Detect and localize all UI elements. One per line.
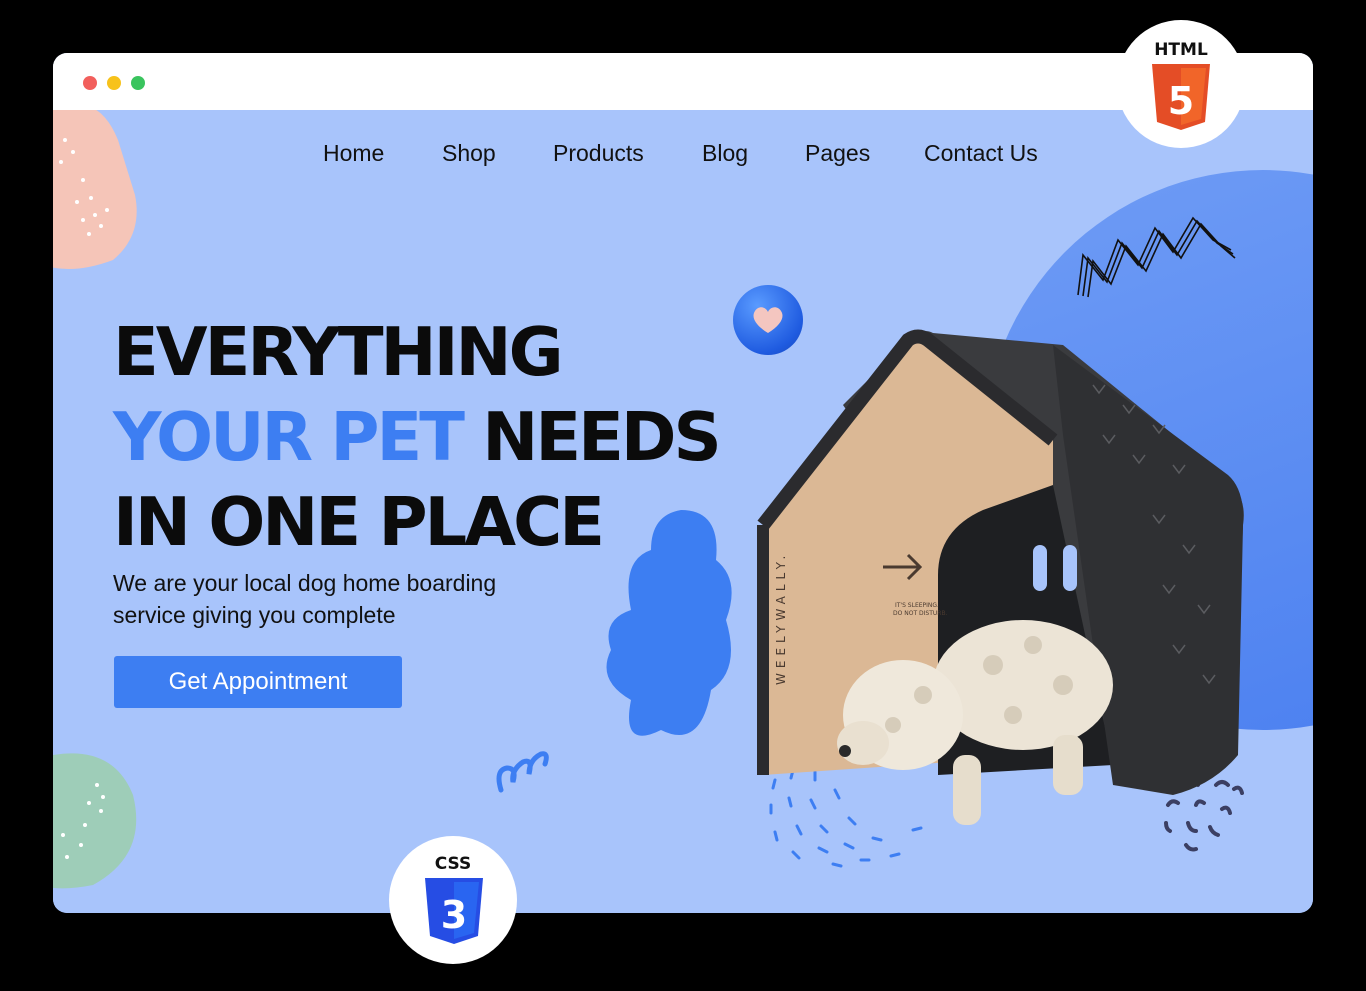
- nav-contact-us[interactable]: Contact Us: [924, 140, 1038, 167]
- door-sign-line-2: DO NOT DISTURB.: [893, 610, 948, 617]
- window-maximize-dot[interactable]: [131, 76, 145, 90]
- html5-shield-icon: 5: [1152, 64, 1210, 130]
- hero-subtitle: We are your local dog home boarding serv…: [113, 570, 497, 628]
- hero-title-line-1: EVERYTHING: [113, 313, 564, 391]
- html-badge-digit: 5: [1168, 79, 1194, 123]
- brand-text: WEELYWALLY.: [774, 551, 788, 685]
- window-minimize-dot[interactable]: [107, 76, 121, 90]
- hero-title-accent: YOUR PET: [113, 398, 465, 476]
- squiggle-decoration: [496, 751, 549, 793]
- get-appointment-button[interactable]: Get Appointment: [114, 656, 402, 708]
- browser-window: Home Shop Products Blog Pages Contact Us…: [53, 53, 1313, 913]
- dog-house-image: IT'S SLEEPING. DO NOT DISTURB. WEELYWALL…: [757, 329, 1244, 825]
- css-badge-digit: 3: [441, 893, 467, 937]
- hero-title-line-2: YOUR PET NEEDS: [113, 395, 722, 480]
- landing-page: Home Shop Products Blog Pages Contact Us…: [53, 110, 1313, 913]
- css3-shield-icon: 3: [425, 878, 483, 944]
- blue-flower-decoration: [606, 510, 732, 736]
- green-blob-decoration: [53, 753, 137, 889]
- css3-badge: CSS 3: [389, 836, 517, 964]
- nav-shop[interactable]: Shop: [442, 140, 496, 167]
- nav-blog[interactable]: Blog: [702, 140, 748, 167]
- html5-badge: HTML 5: [1117, 20, 1245, 148]
- pink-blob-decoration: [53, 110, 137, 269]
- main-nav: Home Shop Products Blog Pages Contact Us: [53, 140, 1313, 180]
- nav-home[interactable]: Home: [323, 140, 384, 167]
- css-badge-label: CSS: [434, 854, 472, 874]
- nav-pages[interactable]: Pages: [805, 140, 870, 167]
- html-badge-label: HTML: [1154, 40, 1208, 60]
- door-sign-line-1: IT'S SLEEPING.: [895, 602, 939, 609]
- window-close-dot[interactable]: [83, 76, 97, 90]
- nav-products[interactable]: Products: [553, 140, 644, 167]
- hero-title-line-2-rest: NEEDS: [461, 398, 721, 476]
